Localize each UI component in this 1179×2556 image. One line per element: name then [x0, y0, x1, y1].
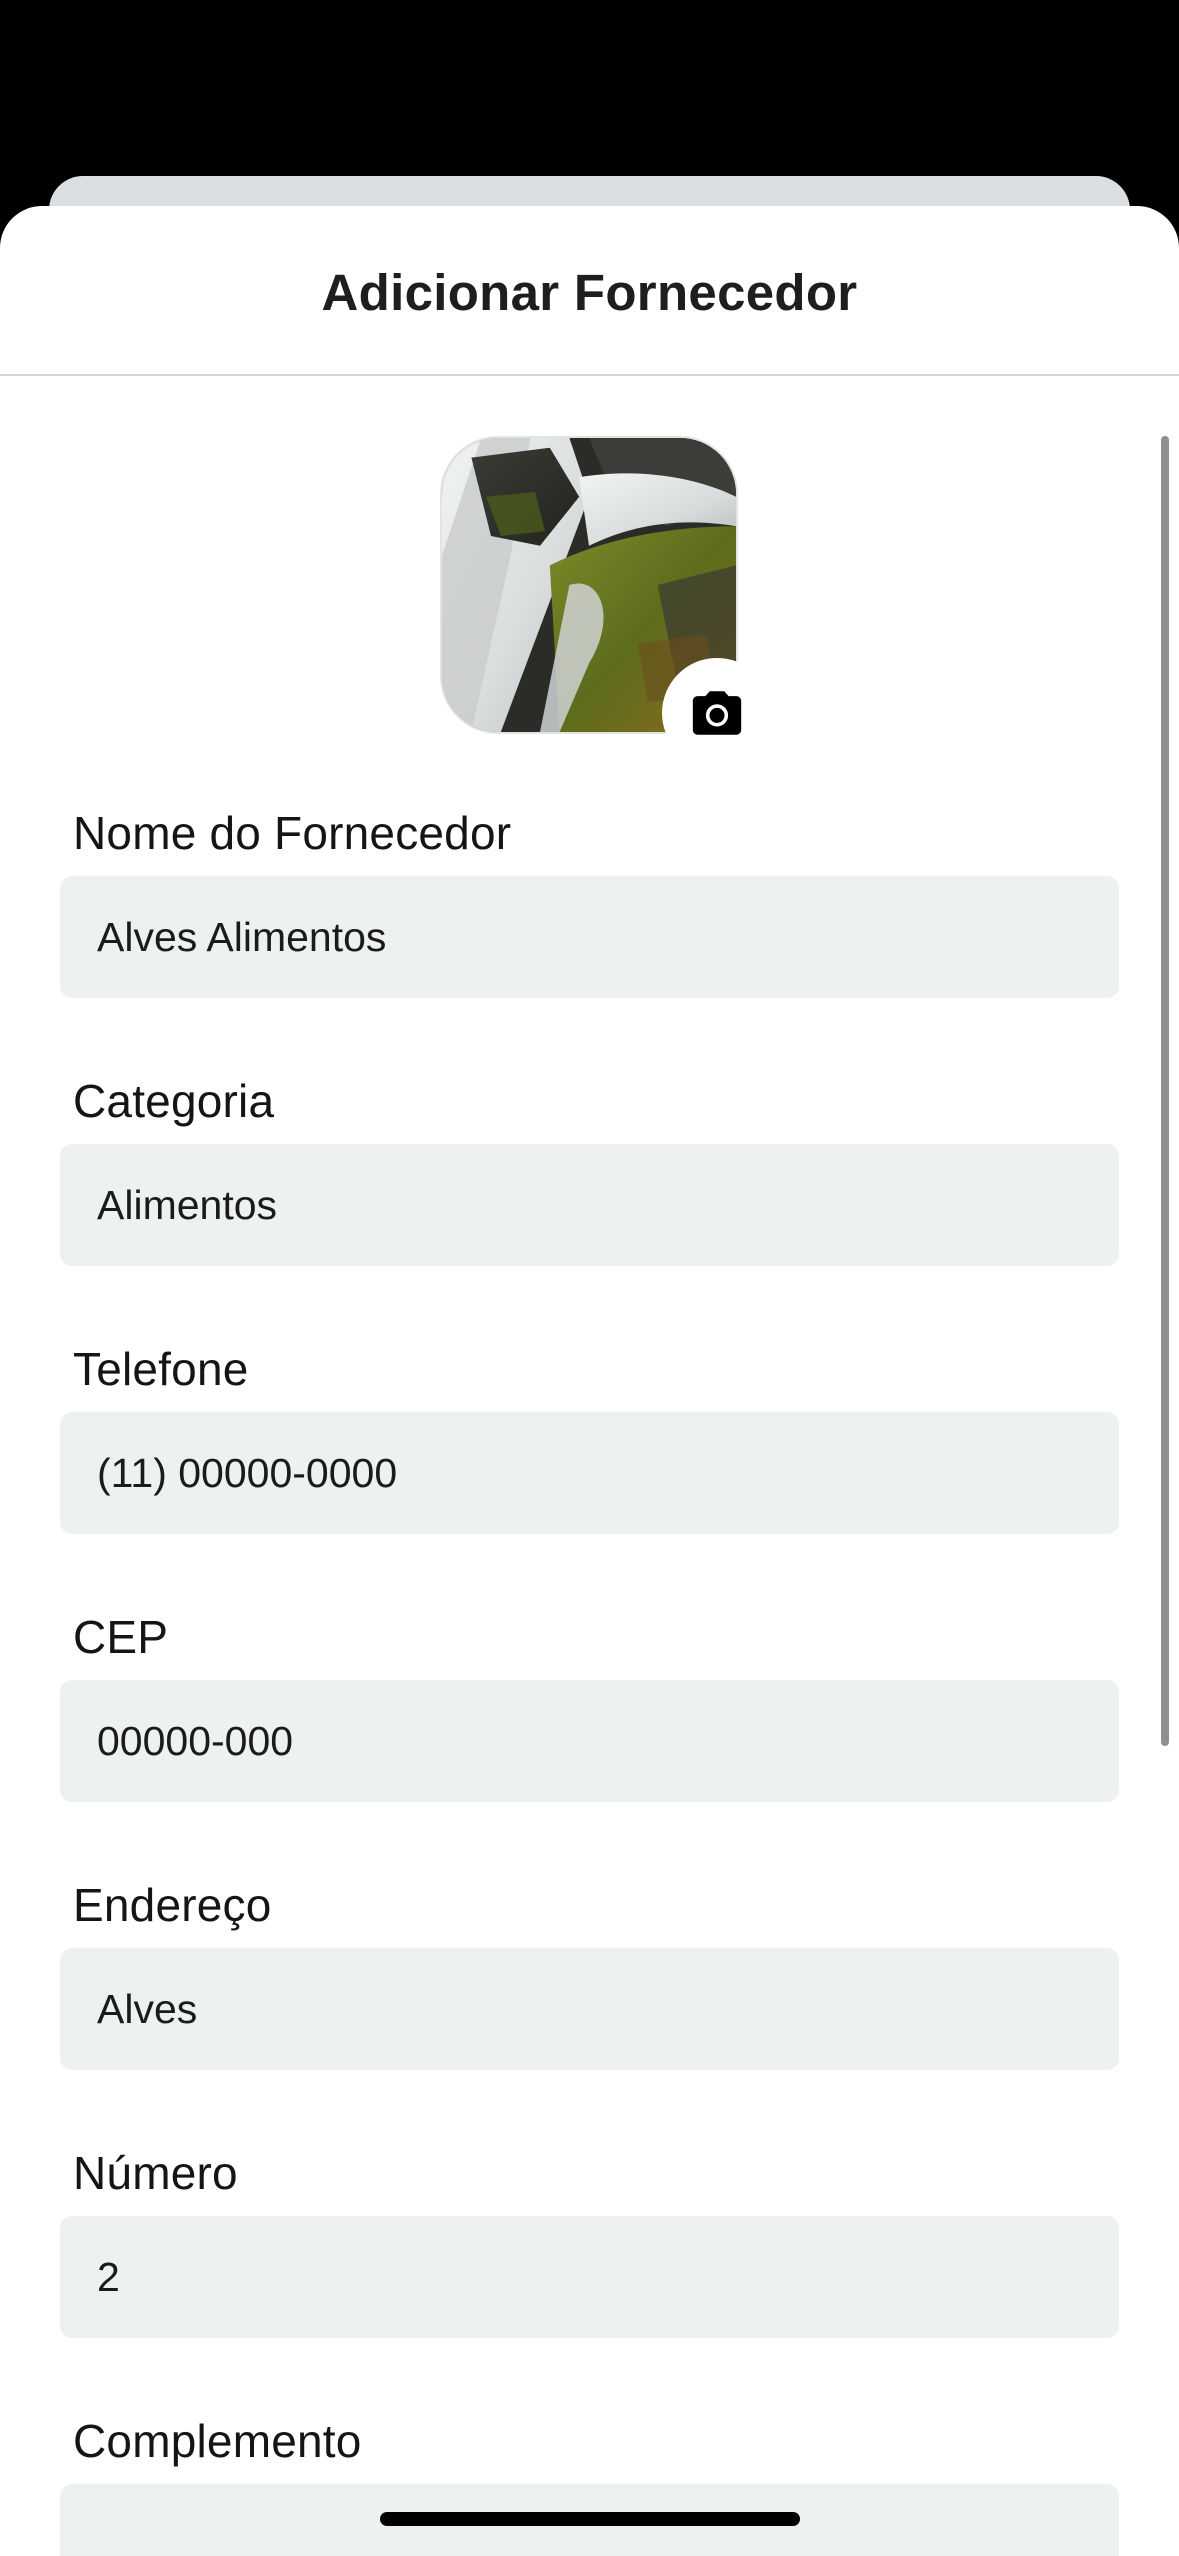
sheet-header: Adicionar Fornecedor	[0, 206, 1179, 376]
scroll-indicator[interactable]	[1161, 436, 1169, 1746]
supplier-name-input[interactable]: Alves Alimentos	[60, 876, 1119, 998]
number-label: Número	[73, 2147, 238, 2199]
category-input[interactable]: Alimentos	[60, 1144, 1119, 1266]
home-indicator[interactable]	[380, 2512, 800, 2526]
supplier-photo-picker[interactable]	[440, 436, 772, 768]
address-input[interactable]: Alves	[60, 1948, 1119, 2070]
screen: Adicionar Fornecedor Nome do Fornecedor …	[0, 0, 1179, 2556]
phone-input[interactable]: (11) 00000-0000	[60, 1412, 1119, 1534]
address-label: Endereço	[73, 1879, 272, 1931]
complement-label: Complemento	[73, 2415, 362, 2467]
add-supplier-sheet: Adicionar Fornecedor Nome do Fornecedor …	[0, 206, 1179, 2556]
sheet-title: Adicionar Fornecedor	[321, 263, 858, 321]
cep-input[interactable]: 00000-000	[60, 1680, 1119, 1802]
category-label: Categoria	[73, 1075, 275, 1127]
change-photo-button[interactable]	[662, 658, 772, 768]
phone-label: Telefone	[73, 1343, 249, 1395]
camera-icon	[692, 691, 742, 735]
cep-label: CEP	[73, 1611, 169, 1663]
supplier-name-label: Nome do Fornecedor	[73, 807, 512, 859]
number-input[interactable]: 2	[60, 2216, 1119, 2338]
